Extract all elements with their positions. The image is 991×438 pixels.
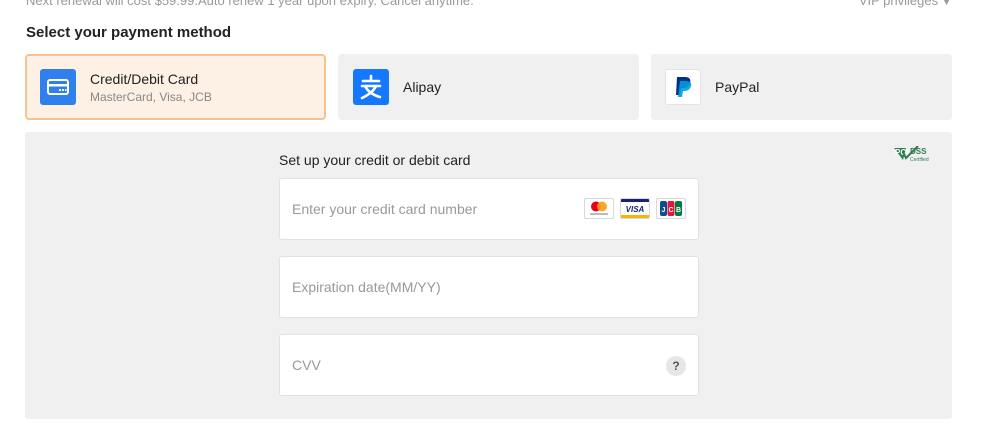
svg-text:J: J bbox=[662, 207, 666, 214]
payment-method-card-label: Credit/Debit Card bbox=[90, 70, 199, 87]
chevron-down-icon: ▼ bbox=[942, 0, 951, 7]
payment-method-paypal-label: PayPal bbox=[715, 79, 760, 95]
cvv-field-box: ? bbox=[279, 334, 699, 396]
vip-privileges-label: VIP privileges bbox=[858, 0, 939, 8]
cvv-input[interactable] bbox=[292, 335, 572, 395]
jcb-icon: J C B bbox=[656, 198, 686, 219]
svg-text:C: C bbox=[668, 207, 673, 214]
payment-method-card[interactable]: Credit/Debit Card MasterCard, Visa, JCB bbox=[25, 54, 326, 120]
paypal-icon bbox=[665, 69, 701, 105]
mastercard-icon bbox=[584, 198, 614, 219]
renewal-note: Next renewal will cost $59.99.Auto renew… bbox=[26, 0, 474, 8]
credit-card-icon bbox=[40, 69, 76, 105]
svg-text:Certified: Certified bbox=[910, 157, 929, 163]
alipay-icon bbox=[353, 69, 389, 105]
card-form-title: Set up your credit or debit card bbox=[279, 152, 471, 168]
payment-method-alipay-label: Alipay bbox=[403, 79, 442, 95]
pci-dss-badge: PCI DSS Certified bbox=[894, 145, 938, 164]
payment-method-paypal[interactable]: PayPal bbox=[651, 54, 952, 120]
card-form-panel: PCI DSS Certified Set up your credit or … bbox=[25, 132, 952, 419]
vip-privileges-link[interactable]: VIP privileges ▼ bbox=[859, 0, 951, 8]
card-number-input[interactable] bbox=[292, 179, 572, 239]
visa-icon: VISA bbox=[620, 198, 650, 219]
payment-method-alipay[interactable]: Alipay bbox=[338, 54, 639, 120]
expiration-field-box bbox=[279, 256, 699, 318]
accepted-card-brands: VISA J C B bbox=[584, 198, 686, 219]
payment-method-card-sublabel: MasterCard, Visa, JCB bbox=[90, 89, 212, 104]
svg-text:VISA: VISA bbox=[626, 205, 645, 214]
payment-method-title: Select your payment method bbox=[26, 24, 232, 41]
expiration-date-input[interactable] bbox=[292, 257, 572, 317]
card-number-field-box: VISA J C B bbox=[279, 178, 699, 240]
cvv-help-icon[interactable]: ? bbox=[666, 356, 686, 376]
svg-text:PCI: PCI bbox=[895, 148, 908, 157]
svg-text:B: B bbox=[676, 207, 681, 214]
